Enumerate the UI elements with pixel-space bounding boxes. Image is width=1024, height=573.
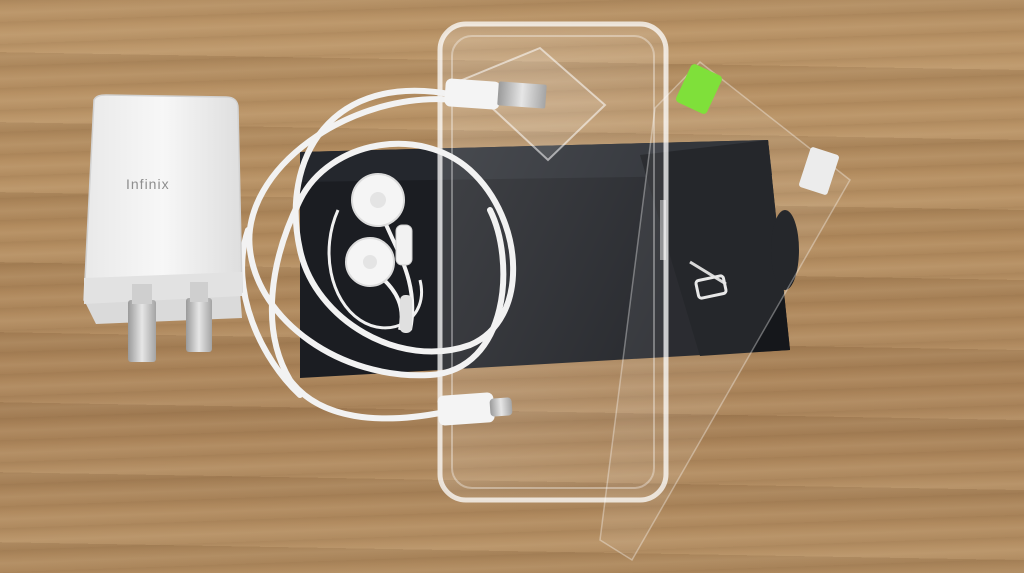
wall-charger (83, 94, 243, 362)
photo-scene: Infinix (0, 0, 1024, 573)
jack-housing (400, 295, 412, 333)
inline-remote (395, 224, 413, 266)
charger-prong-right (186, 298, 212, 352)
scene-illustration (83, 21, 851, 562)
charger-brand-text: Infinix (126, 176, 170, 192)
charger-prong-left (128, 300, 156, 362)
